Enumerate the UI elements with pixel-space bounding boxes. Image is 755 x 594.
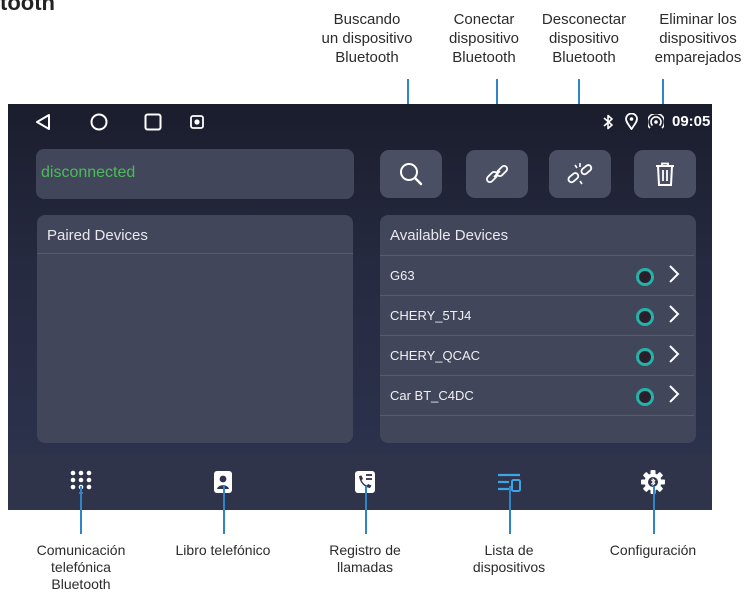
callout-line-dialpad — [80, 486, 82, 534]
hotspot-icon — [648, 114, 664, 129]
chevron-right-icon[interactable] — [667, 304, 681, 324]
callout-device-list: Lista de dispositivos — [472, 542, 546, 575]
device-row[interactable]: G63 — [380, 255, 694, 296]
callout-line-call-log — [365, 486, 367, 534]
device-name: Car BT_C4DC — [390, 388, 474, 403]
callout-settings: Configuración — [609, 542, 697, 558]
page-heading-fragment: tooth — [0, 0, 55, 15]
chevron-right-icon[interactable] — [667, 264, 681, 284]
callout-dialpad: Comunicación telefónica Bluetooth — [36, 542, 126, 592]
device-status-dot — [636, 348, 654, 366]
device-status-dot — [636, 308, 654, 326]
available-devices-panel: Available Devices G63 CHERY_5TJ4 CHERY_Q… — [380, 215, 696, 443]
callout-connect: Conectar dispositivo Bluetooth — [448, 11, 520, 66]
device-row[interactable]: CHERY_QCAC — [380, 335, 694, 376]
device-status-dot — [636, 388, 654, 406]
paired-devices-title: Paired Devices — [47, 227, 148, 244]
callout-line-phonebook — [223, 486, 225, 534]
unlink-icon — [567, 163, 593, 185]
delete-paired-button[interactable] — [634, 150, 696, 198]
recents-icon[interactable] — [144, 113, 162, 131]
available-devices-title: Available Devices — [390, 227, 509, 244]
device-row[interactable]: Car BT_C4DC — [380, 375, 694, 416]
clock: 09:05 — [672, 113, 711, 130]
status-bar: 09:05 — [8, 104, 712, 140]
connection-status-card: disconnected — [36, 149, 354, 199]
paired-devices-divider — [37, 253, 353, 254]
back-icon[interactable] — [34, 113, 52, 131]
head-unit-screen: 09:05 disconnected Paired Devices Availa… — [8, 104, 712, 510]
list-bottom-divider — [380, 415, 694, 416]
device-name: CHERY_5TJ4 — [390, 308, 472, 323]
bluetooth-icon — [603, 114, 613, 130]
search-icon — [400, 163, 423, 186]
callout-line-device-list — [509, 486, 511, 534]
callout-search: Buscando un dispositivo Bluetooth — [321, 11, 413, 66]
callout-call-log: Registro de llamadas — [329, 542, 401, 575]
chevron-right-icon[interactable] — [667, 384, 681, 404]
search-button[interactable] — [380, 150, 442, 198]
connection-status-text: disconnected — [41, 164, 136, 181]
home-icon[interactable] — [90, 113, 108, 131]
link-icon — [485, 164, 509, 184]
chevron-right-icon[interactable] — [667, 344, 681, 364]
trash-icon — [656, 162, 674, 186]
device-status-dot — [636, 268, 654, 286]
device-name: G63 — [390, 268, 415, 283]
paired-devices-panel: Paired Devices — [37, 215, 353, 443]
disconnect-button[interactable] — [549, 150, 611, 198]
screenshot-icon[interactable] — [190, 115, 204, 129]
callout-phonebook: Libro telefónico — [175, 542, 271, 558]
callout-disconnect: Desconectar dispositivo Bluetooth — [541, 11, 627, 66]
bottom-nav — [8, 454, 712, 510]
device-name: CHERY_QCAC — [390, 348, 481, 363]
callout-delete: Eliminar los dispositivos emparejados — [654, 11, 742, 66]
connect-button[interactable] — [466, 150, 528, 198]
callout-line-settings — [653, 486, 655, 534]
device-row[interactable]: CHERY_5TJ4 — [380, 295, 694, 336]
location-icon — [625, 113, 638, 130]
